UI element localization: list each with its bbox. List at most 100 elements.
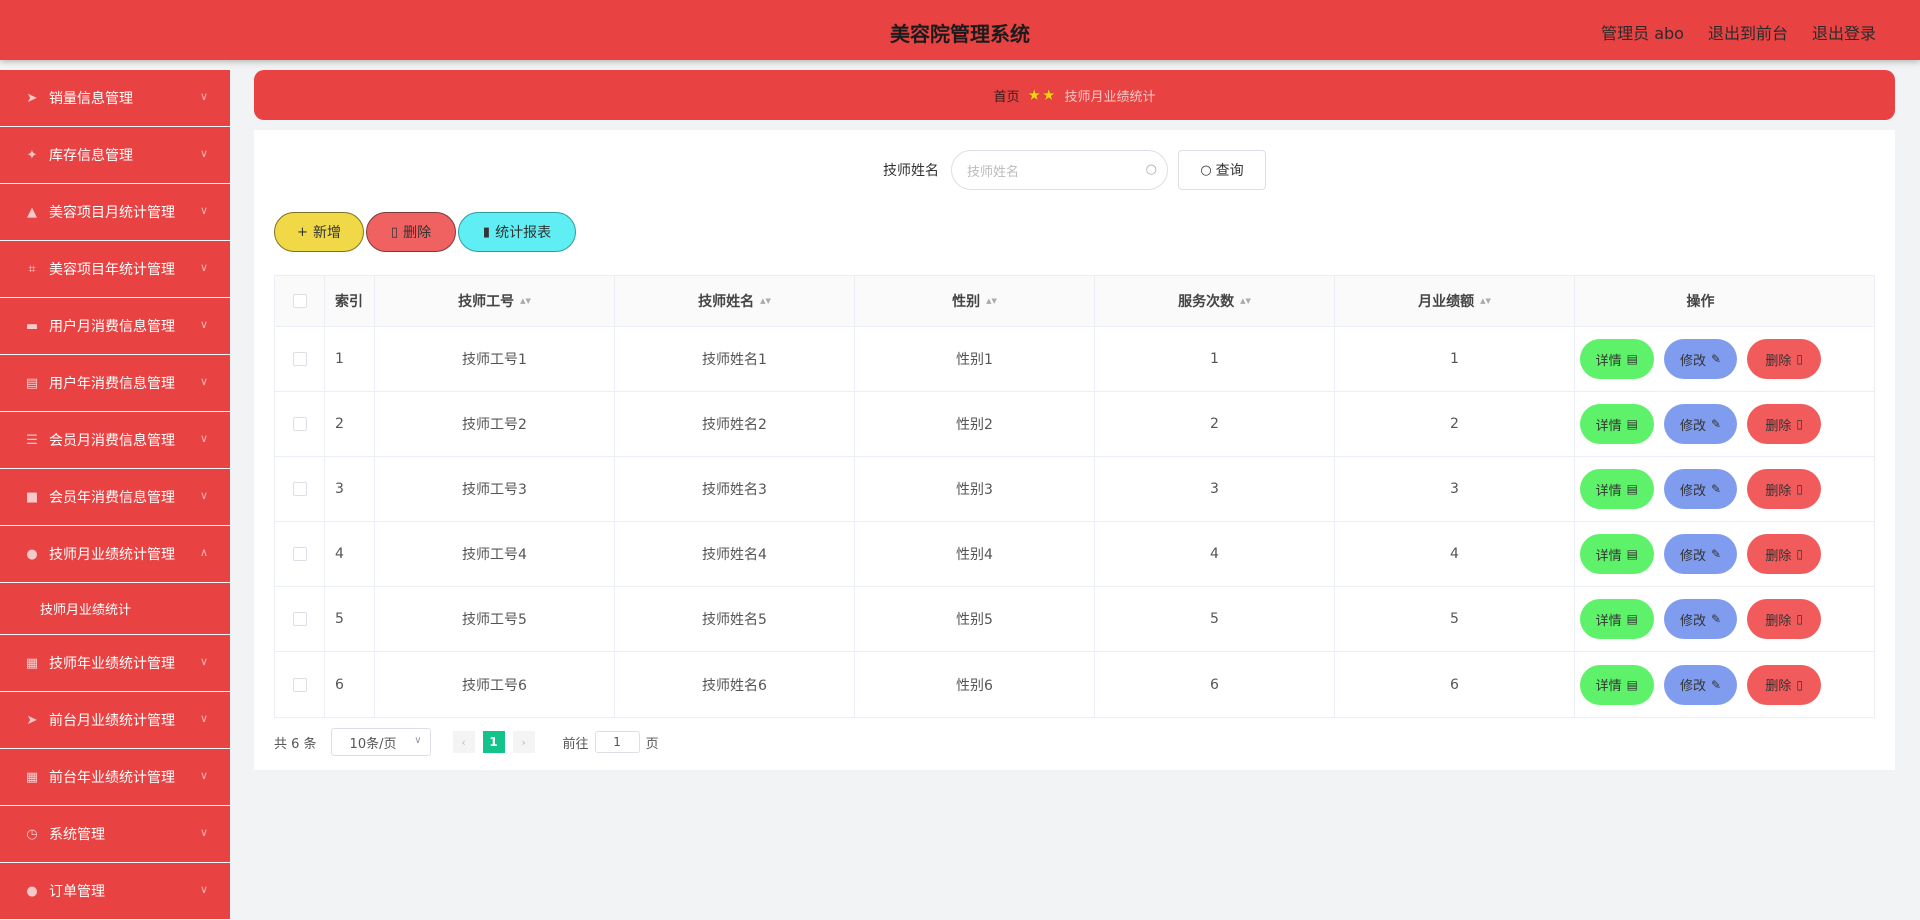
chevron-down-icon: ∨ — [199, 769, 208, 782]
cell-monthly: 4 — [1335, 522, 1575, 586]
query-button[interactable]: ○ 查询 — [1178, 150, 1266, 190]
report-button-label: 统计报表 — [495, 225, 552, 241]
row-checkbox[interactable] — [292, 612, 307, 626]
prev-page-button[interactable]: ‹ — [452, 731, 475, 753]
detail-button[interactable]: 详情 ▤ — [1580, 404, 1654, 444]
row-checkbox[interactable] — [292, 352, 307, 366]
sidebar-item[interactable]: ▲ 美容项目月统计管理 ∨ — [0, 184, 230, 241]
sidebar-menu: ➤ 销量信息管理 ∨ ✦ 库存信息管理 ∨ ▲ 美容项目月统计管理 ∨ ⌗ 美容项目年统计管理 ∨ ▬ 用… — [0, 70, 230, 920]
sidebar-item-label: 技师年业绩统计管理 — [49, 656, 175, 672]
sidebar-item[interactable]: ➤ 销量信息管理 ∨ — [0, 70, 230, 127]
table-row: 2 技师工号2 技师姓名2 性别2 2 2 详情 ▤ 修改 ✎ 删除 ▯ — [275, 392, 1874, 457]
report-button[interactable]: ▮ 统计报表 — [458, 212, 576, 252]
sort-icon[interactable]: ▲▼ — [760, 297, 771, 305]
detail-button[interactable]: 详情 ▤ — [1580, 534, 1654, 574]
to-frontend-link[interactable]: 退出到前台 — [1708, 20, 1788, 44]
chevron-down-icon: ∨ — [199, 712, 208, 725]
logout-link[interactable]: 退出登录 — [1812, 20, 1876, 44]
detail-button[interactable]: 详情 ▤ — [1580, 599, 1654, 639]
edit-button[interactable]: 修改 ✎ — [1663, 534, 1738, 574]
delete-label: 删除 — [1765, 418, 1792, 434]
header-service-count[interactable]: 服务次数 ▲▼ — [1095, 276, 1335, 326]
row-checkbox[interactable] — [292, 547, 307, 561]
delete-button[interactable]: 删除 ▯ — [1747, 339, 1822, 379]
delete-button[interactable]: 删除 ▯ — [1747, 404, 1822, 444]
header-tech-no-label: 技师工号 — [458, 294, 515, 310]
row-actions: 详情 ▤ 修改 ✎ 删除 ▯ — [1575, 327, 1826, 391]
row-actions: 详情 ▤ 修改 ✎ 删除 ▯ — [1575, 522, 1826, 586]
add-button[interactable]: + 新增 — [274, 212, 364, 252]
sidebar-item-label: 技师月业绩统计管理 — [49, 547, 175, 563]
batch-delete-button[interactable]: ▯ 删除 — [366, 212, 456, 252]
row-checkbox[interactable] — [292, 677, 307, 692]
sidebar: ➤ 销量信息管理 ∨ ✦ 库存信息管理 ∨ ▲ 美容项目月统计管理 ∨ ⌗ 美容项目年统计管理 ∨ ▬ 用… — [0, 60, 230, 920]
sort-icon[interactable]: ▲▼ — [520, 297, 531, 305]
sidebar-item[interactable]: ➤ 前台月业绩统计管理 ∨ — [0, 692, 230, 749]
delete-button[interactable]: 删除 ▯ — [1747, 664, 1822, 705]
sidebar-item[interactable]: ● 订单管理 ∨ — [0, 863, 230, 920]
sidebar-item[interactable]: ⌗ 美容项目年统计管理 ∨ — [0, 241, 230, 298]
row-actions: 详情 ▤ 修改 ✎ 删除 ▯ — [1575, 392, 1826, 456]
cell-tech-name: 技师姓名3 — [615, 457, 855, 521]
sidebar-item[interactable]: ▦ 技师年业绩统计管理 ∨ — [0, 635, 230, 692]
next-page-button[interactable]: › — [512, 731, 535, 753]
row-index: 2 — [325, 392, 375, 456]
sidebar-item[interactable]: ● 技师月业绩统计管理 ∧ — [0, 526, 230, 583]
pencil-icon: ✎ — [1710, 677, 1722, 692]
goto-page-input[interactable]: 1 — [594, 731, 640, 753]
row-select-cell — [275, 522, 325, 586]
sort-icon[interactable]: ▲▼ — [1480, 297, 1491, 305]
sidebar-subitem[interactable]: 技师月业绩统计 — [0, 583, 230, 635]
row-checkbox[interactable] — [292, 417, 307, 431]
star-icon: ★★ — [1027, 86, 1057, 104]
edit-button[interactable]: 修改 ✎ — [1663, 599, 1738, 639]
detail-label: 详情 — [1595, 548, 1622, 564]
sort-icon[interactable]: ▲▼ — [986, 297, 997, 305]
header-monthly[interactable]: 月业绩额 ▲▼ — [1335, 276, 1575, 326]
detail-label: 详情 — [1595, 613, 1622, 629]
goto-page: 前往 1 页 — [563, 731, 659, 753]
header-tech-no[interactable]: 技师工号 ▲▼ — [375, 276, 615, 326]
delete-button[interactable]: 删除 ▯ — [1747, 469, 1822, 509]
sidebar-item-label: 系统管理 — [49, 827, 105, 843]
batch-delete-label: 删除 — [403, 225, 432, 241]
page-number[interactable]: 1 — [482, 731, 505, 753]
sidebar-item[interactable]: ✦ 库存信息管理 ∨ — [0, 127, 230, 184]
sidebar-item[interactable]: ☰ 会员月消费信息管理 ∨ — [0, 412, 230, 469]
sidebar-item[interactable]: ◷ 系统管理 ∨ — [0, 806, 230, 863]
compass-icon: ✦ — [26, 147, 38, 163]
sidebar-item[interactable]: ▦ 前台年业绩统计管理 ∨ — [0, 749, 230, 806]
crop-icon: ⌗ — [28, 261, 36, 277]
delete-button[interactable]: 删除 ▯ — [1747, 599, 1822, 639]
header-tech-name[interactable]: 技师姓名 ▲▼ — [615, 276, 855, 326]
page-size-select[interactable]: 10条/页 ∨ — [330, 728, 431, 756]
delete-button[interactable]: 删除 ▯ — [1747, 534, 1822, 574]
cell-tech-no: 技师工号4 — [375, 522, 615, 586]
detail-button[interactable]: 详情 ▤ — [1580, 339, 1654, 379]
detail-button[interactable]: 详情 ▤ — [1580, 469, 1654, 509]
row-checkbox[interactable] — [292, 482, 307, 496]
edit-button[interactable]: 修改 ✎ — [1663, 404, 1738, 444]
cell-gender: 性别3 — [855, 457, 1095, 521]
current-user[interactable]: 管理员 abo — [1601, 20, 1684, 44]
pencil-icon: ✎ — [1710, 352, 1722, 366]
pencil-icon: ✎ — [1710, 417, 1722, 431]
breadcrumb-home[interactable]: 首页 — [994, 86, 1020, 105]
select-all-checkbox[interactable] — [292, 294, 307, 308]
sidebar-item-label: 订单管理 — [49, 884, 105, 900]
sidebar-item[interactable]: ▬ 用户月消费信息管理 ∨ — [0, 298, 230, 355]
chart-icon: ▦ — [25, 655, 39, 671]
edit-label: 修改 — [1679, 548, 1706, 564]
cell-gender: 性别2 — [855, 392, 1095, 456]
cell-gender: 性别1 — [855, 327, 1095, 391]
edit-button[interactable]: 修改 ✎ — [1663, 339, 1738, 379]
sidebar-item[interactable]: ▤ 用户年消费信息管理 ∨ — [0, 355, 230, 412]
edit-button[interactable]: 修改 ✎ — [1663, 469, 1738, 509]
sidebar-item[interactable]: ■ 会员年消费信息管理 ∨ — [0, 469, 230, 526]
header-gender[interactable]: 性别 ▲▼ — [855, 276, 1095, 326]
detail-button[interactable]: 详情 ▤ — [1580, 664, 1654, 705]
search-input[interactable]: 技师姓名 ○ — [951, 150, 1168, 190]
total-count: 共 6 条 — [274, 736, 317, 752]
edit-button[interactable]: 修改 ✎ — [1663, 664, 1738, 705]
sort-icon[interactable]: ▲▼ — [1240, 297, 1251, 305]
